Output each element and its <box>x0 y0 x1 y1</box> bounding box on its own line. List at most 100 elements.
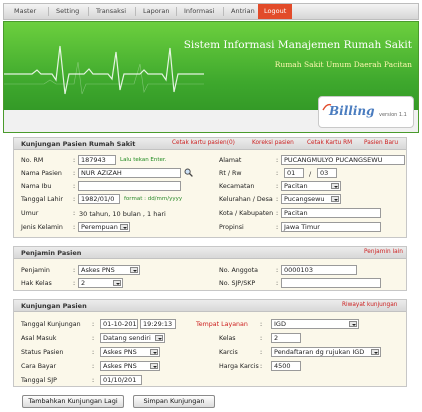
colon: : <box>73 170 76 177</box>
cetak-kartu-rm-link[interactable]: Cetak Kartu RM <box>307 140 352 146</box>
nama-ibu-label: Nama Ibu <box>21 183 52 190</box>
colon: : <box>276 280 279 287</box>
koreksi-pasien-link[interactable]: Koreksi pasien <box>252 140 294 146</box>
tanggal-lahir-input[interactable]: 1982/01/0 <box>78 194 120 204</box>
nav-separator <box>223 7 224 16</box>
nav-logout[interactable]: Logout <box>258 4 293 19</box>
colon: : <box>73 210 76 217</box>
nav-transaksi[interactable]: Transaksi <box>96 4 126 19</box>
nav-informasi[interactable]: Informasi <box>184 4 214 19</box>
hak-kelas-label: Hak Kelas <box>21 280 52 287</box>
colon: : <box>276 170 279 177</box>
penjamin-lain-link[interactable]: Penjamin lain <box>364 249 403 255</box>
rw-input[interactable]: 03 <box>317 168 337 178</box>
chevron-down-icon <box>349 321 357 327</box>
alamat-label: Alamat <box>219 157 242 164</box>
tanggal-lahir-label: Tanggal Lahir <box>21 196 63 203</box>
tempat-layanan-value: IGD <box>274 320 286 328</box>
umur-label: Umur <box>21 210 39 217</box>
karcis-select[interactable]: Pendaftaran dg rujukan IGD <box>271 347 381 357</box>
rt-rw-separator: / <box>309 170 312 178</box>
heartbeat-graphic <box>4 45 204 95</box>
alamat-input[interactable]: PUCANGMULYO PUCANGSEWU <box>281 155 405 165</box>
search-icon[interactable] <box>184 168 193 177</box>
tempat-layanan-select[interactable]: IGD <box>271 319 359 329</box>
umur-value: 30 tahun, 10 bulan , 1 hari <box>79 210 166 218</box>
cetak-kartu-pasien-link[interactable]: Cetak kartu pasien(0) <box>172 140 235 146</box>
jam-kunjungan-input[interactable]: 19:29:13 <box>140 319 176 329</box>
chevron-down-icon <box>120 224 128 230</box>
jenis-kelamin-select[interactable]: Perempuan <box>78 222 130 232</box>
kecamatan-select[interactable]: Pacitan <box>281 181 341 191</box>
colon: : <box>92 321 95 328</box>
hak-kelas-select[interactable]: 2 <box>78 278 123 288</box>
panel-title: Kunjungan Pasien Rumah Sakit <box>21 140 136 148</box>
simpan-kunjungan-button[interactable]: Simpan Kunjungan <box>133 395 215 408</box>
nama-ibu-input[interactable] <box>78 181 181 191</box>
colon: : <box>92 363 95 370</box>
colon: : <box>276 224 279 231</box>
no-anggota-input[interactable]: 0000103 <box>281 265 357 275</box>
colon: : <box>260 349 263 356</box>
billing-version: version 1.1 <box>379 112 407 118</box>
tanggal-kunjungan-label: Tanggal Kunjungan <box>21 321 81 328</box>
kecamatan-value: Pacitan <box>284 182 308 190</box>
no-rm-input[interactable]: 187943 <box>78 155 116 165</box>
tanggal-lahir-format-hint: format : dd/mm/yyyy <box>124 196 183 202</box>
asal-masuk-select[interactable]: Datang sendiri <box>100 333 165 343</box>
colon: : <box>276 210 279 217</box>
cara-bayar-select[interactable]: Askes PNS <box>100 361 160 371</box>
nav-antrian[interactable]: Antrian <box>231 4 255 19</box>
colon: : <box>73 196 76 203</box>
harga-karcis-label: Harga Karcis <box>219 363 259 370</box>
colon: : <box>92 349 95 356</box>
tanggal-kunjungan-input[interactable]: 01-10-201 <box>100 319 138 329</box>
patient-visit-panel: Kunjungan Pasien Rumah Sakit Cetak kartu… <box>13 137 407 238</box>
no-sjp-input[interactable] <box>281 278 381 288</box>
no-sjp-label: No. SJP/SKP <box>219 280 256 287</box>
colon: : <box>276 157 279 164</box>
jenis-kelamin-value: Perempuan <box>81 223 118 231</box>
chevron-down-icon <box>130 267 138 273</box>
status-pasien-select[interactable]: Askes PNS <box>100 347 160 357</box>
tambah-kunjungan-button[interactable]: Tambahkan Kunjungan Lagi <box>22 395 124 408</box>
kelas-input[interactable]: 2 <box>271 333 301 343</box>
colon: : <box>73 183 76 190</box>
kota-input[interactable]: Pacitan <box>281 208 381 218</box>
pasien-baru-link[interactable]: Pasien Baru <box>364 140 398 146</box>
kelas-label: Kelas <box>219 335 236 342</box>
nav-laporan[interactable]: Laporan <box>143 4 169 19</box>
nav-separator <box>48 7 49 16</box>
colon: : <box>276 196 279 203</box>
riwayat-kunjungan-link[interactable]: Riwayat kunjungan <box>342 302 397 308</box>
hospital-name: Rumah Sakit Umum Daerah Pacitan <box>274 60 412 69</box>
chevron-down-icon <box>150 349 158 355</box>
propinsi-input[interactable]: Jawa Timur <box>281 222 381 232</box>
panel-header: Penjamin Pasien Penjamin lain <box>14 247 406 259</box>
colon: : <box>73 280 76 287</box>
rt-input[interactable]: 01 <box>284 168 304 178</box>
nama-pasien-input[interactable]: NUR AZIZAH <box>78 168 181 178</box>
nav-setting[interactable]: Setting <box>56 4 79 19</box>
cara-bayar-label: Cara Bayar <box>21 363 57 370</box>
jenis-kelamin-label: Jenis Kelamin <box>21 224 63 231</box>
no-rm-hint: Lalu tekan Enter. <box>120 157 167 163</box>
kelurahan-select[interactable]: Pucangsewu <box>281 194 341 204</box>
colon: : <box>92 377 95 384</box>
propinsi-label: Propinsi <box>219 224 244 231</box>
chevron-down-icon <box>113 280 121 286</box>
no-rm-label: No. RM <box>21 157 44 164</box>
colon: : <box>73 157 76 164</box>
chevron-down-icon <box>331 196 339 202</box>
tanggal-sjp-label: Tanggal SJP <box>21 377 57 384</box>
panel-header: Kunjungan Pasien Rumah Sakit Cetak kartu… <box>14 138 406 150</box>
system-title: Sistem Informasi Manajemen Rumah Sakit <box>183 39 412 51</box>
nav-master[interactable]: Master <box>14 4 36 19</box>
chevron-down-icon <box>155 335 163 341</box>
tempat-layanan-label: Tempat Layanan <box>196 321 248 328</box>
colon: : <box>276 183 279 190</box>
colon: : <box>92 335 95 342</box>
harga-karcis-input[interactable]: 4500 <box>271 361 301 371</box>
penjamin-select[interactable]: Askes PNS <box>78 265 140 275</box>
tanggal-sjp-input[interactable]: 01/10/201 <box>100 375 142 385</box>
